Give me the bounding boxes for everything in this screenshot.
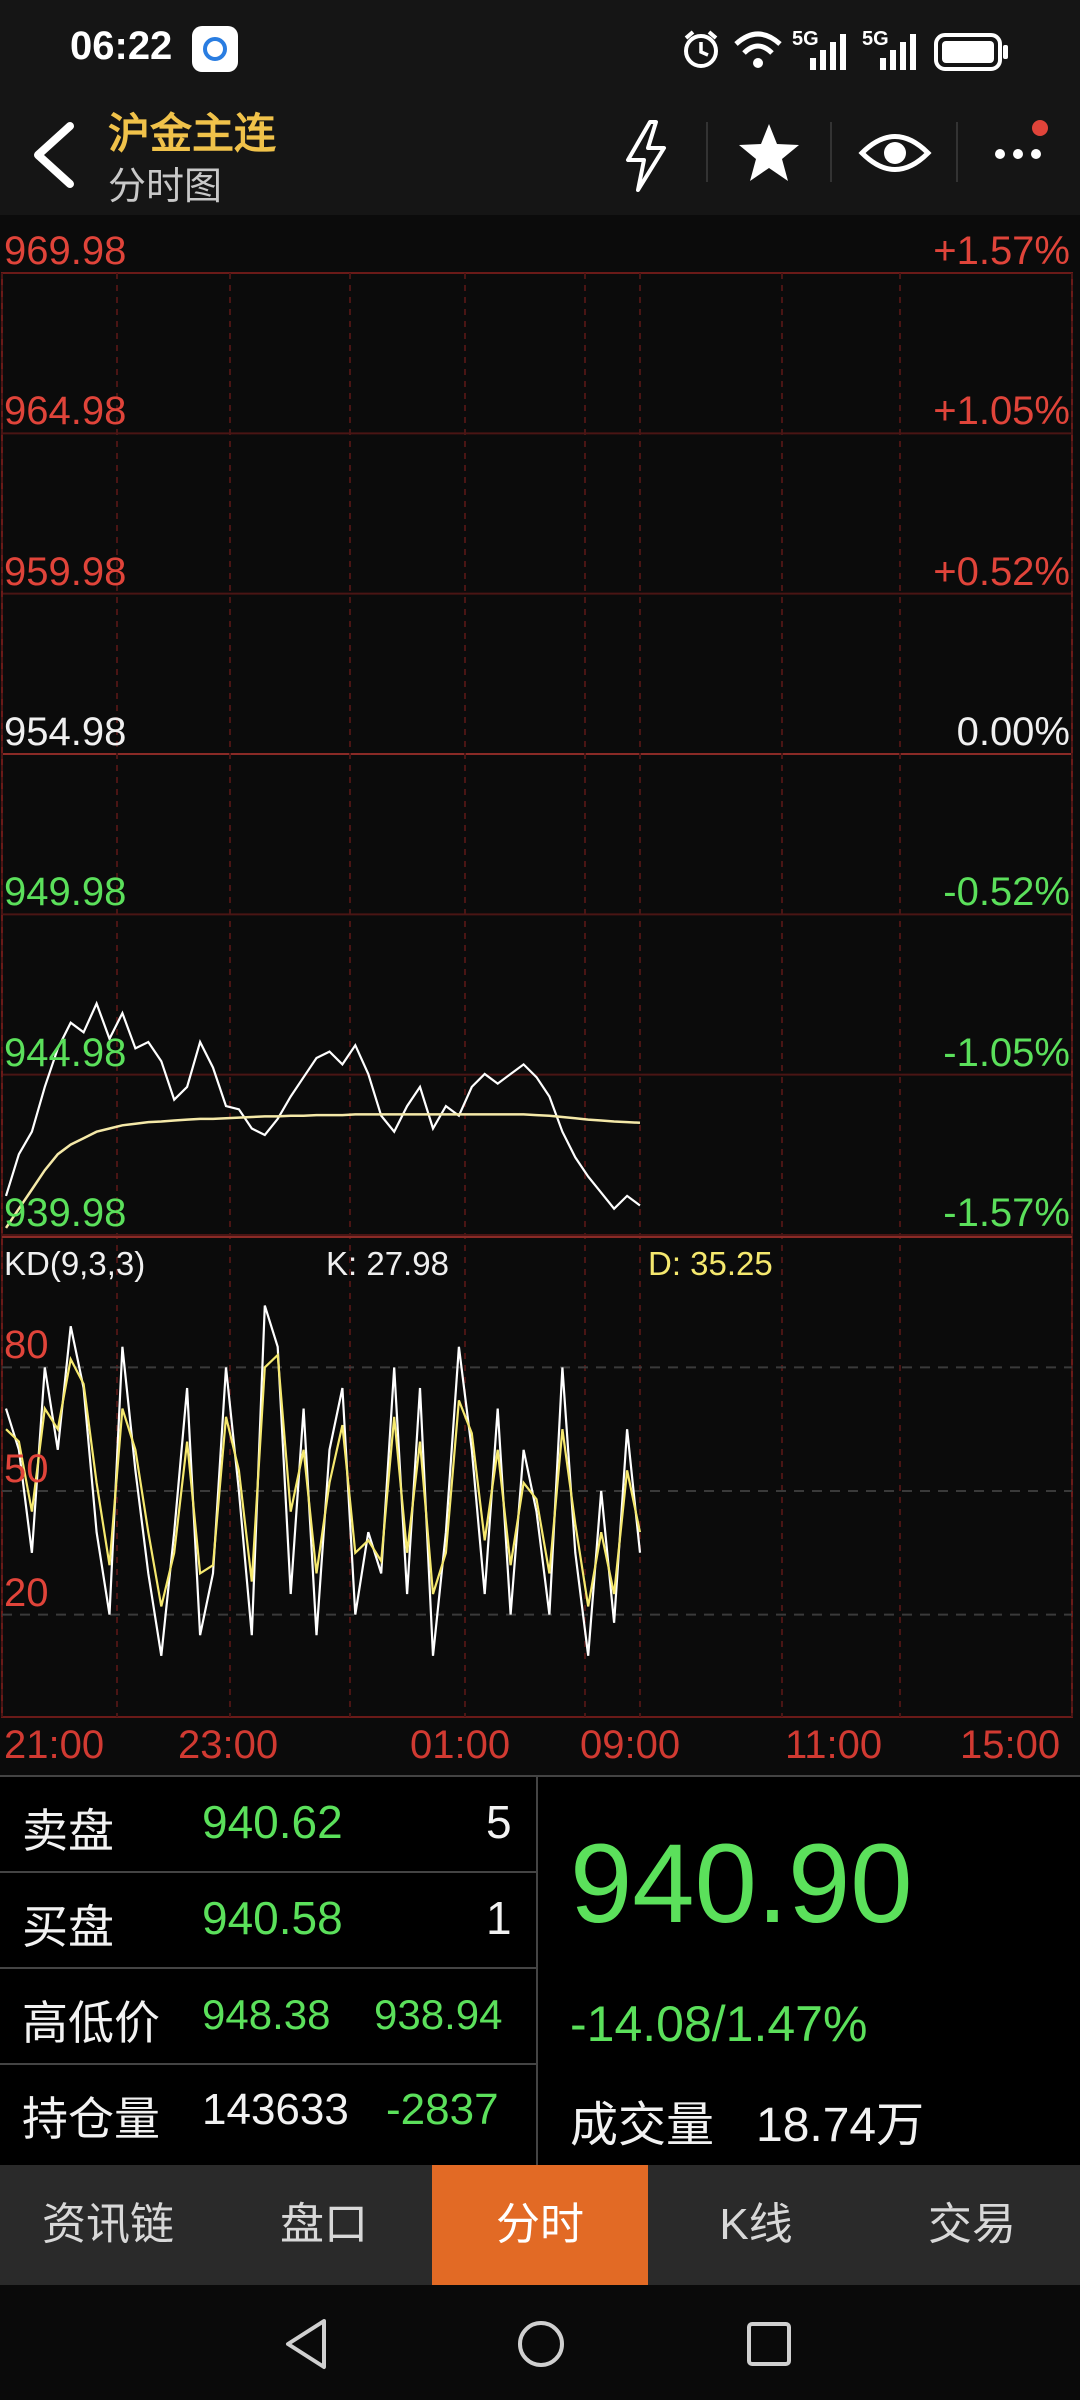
price-axis-label: 959.98 <box>4 549 127 594</box>
percent-axis-label: -1.57% <box>943 1191 1070 1235</box>
open-interest-change: -2837 <box>386 2085 499 2134</box>
high-low-label: 高低价 <box>22 1997 160 2049</box>
kd-k-value: K: 27.98 <box>326 1245 449 1282</box>
percent-axis-label: +1.57% <box>933 229 1070 273</box>
percent-axis-label: 0.00% <box>956 710 1070 754</box>
battery-icon <box>934 33 1008 71</box>
header-divider-3 <box>956 122 958 182</box>
percent-axis-label: -1.05% <box>943 1030 1070 1075</box>
signal-icon <box>810 34 846 70</box>
status-bar: 06:22 5G 5G <box>0 0 1080 100</box>
time-sharing-chart[interactable]: 969.98 +1.57% 964.98 +1.05% 959.98 +0.52% 954.… <box>0 215 1080 1775</box>
kd-axis-label: 20 <box>4 1570 49 1615</box>
quote-panel: 卖盘 940.62 5 买盘 940.58 1 高低价 948.38 938.9… <box>0 1775 1080 2165</box>
price-axis-label: 964.98 <box>4 389 127 434</box>
high-low-row: 高低价 948.38 938.94 <box>0 1967 536 2065</box>
header-divider <box>706 122 708 182</box>
sell-row: 卖盘 940.62 5 <box>0 1775 536 1873</box>
percent-axis-label: +0.52% <box>933 549 1070 594</box>
signal-icon-2 <box>880 34 916 70</box>
price-axis-label: 954.98 <box>4 710 127 754</box>
time-axis-label: 21:00 <box>4 1723 105 1767</box>
buy-price: 940.58 <box>202 1892 343 1944</box>
sell-price: 940.62 <box>202 1796 343 1848</box>
percent-axis-label: -0.52% <box>943 870 1070 915</box>
alarm-icon <box>684 30 718 68</box>
tab-k-line[interactable]: K线 <box>648 2165 864 2285</box>
kd-k-line <box>4 1305 642 1656</box>
nav-back-icon[interactable] <box>282 2317 332 2371</box>
price-axis-label: 949.98 <box>4 870 127 915</box>
sell-qty: 5 <box>486 1796 512 1848</box>
high-price: 948.38 <box>202 1991 331 2038</box>
wifi-icon <box>734 31 782 68</box>
kd-axis-label: 80 <box>4 1323 49 1368</box>
buy-row: 买盘 940.58 1 <box>0 1871 536 1969</box>
open-interest-label: 持仓量 <box>22 2093 160 2145</box>
tab-order-book[interactable]: 盘口 <box>216 2165 432 2285</box>
open-interest-row: 持仓量 143633 -2837 <box>0 2063 536 2163</box>
tab-news-chain[interactable]: 资讯链 <box>0 2165 216 2285</box>
status-time: 06:22 <box>70 24 173 68</box>
lightning-icon[interactable] <box>620 118 672 194</box>
page-title: 沪金主连 <box>108 110 277 157</box>
volume-label: 成交量 <box>570 2099 715 2152</box>
eye-icon[interactable] <box>858 128 932 178</box>
percent-axis-label: +1.05% <box>933 389 1070 434</box>
tab-trade[interactable]: 交易 <box>864 2165 1080 2285</box>
kd-indicator-title: KD(9,3,3) <box>4 1245 146 1282</box>
nav-home-icon[interactable] <box>514 2317 568 2371</box>
time-axis-label: 01:00 <box>410 1723 511 1767</box>
buy-qty: 1 <box>486 1892 512 1944</box>
buy-label: 买盘 <box>22 1901 114 1953</box>
price-axis-label: 969.98 <box>4 229 127 273</box>
time-axis-label: 11:00 <box>785 1723 883 1767</box>
volume-value: 18.74万 <box>756 2099 925 2152</box>
kd-d-line <box>5 1352 642 1607</box>
page-subtitle: 分时图 <box>108 166 223 208</box>
kd-axis-label: 50 <box>4 1447 49 1491</box>
time-axis-label: 23:00 <box>178 1723 279 1767</box>
system-nav-bar <box>0 2285 1080 2400</box>
kd-d-value: D: 35.25 <box>648 1245 773 1282</box>
price-axis-label: 944.98 <box>4 1030 127 1075</box>
tab-time-sharing[interactable]: 分时 <box>432 2165 648 2285</box>
chart-svg <box>1 272 1073 1718</box>
sell-label: 卖盘 <box>22 1805 114 1857</box>
price-axis-label: 939.98 <box>4 1191 127 1235</box>
star-icon[interactable] <box>736 120 802 186</box>
quote-divider <box>536 1775 538 2165</box>
more-icon[interactable] <box>990 120 1060 180</box>
back-arrow-icon[interactable] <box>28 120 78 190</box>
app-notification-icon <box>192 26 238 72</box>
time-axis-label: 09:00 <box>580 1723 681 1767</box>
price-change: -14.08/1.47% <box>570 1996 868 2052</box>
bottom-tab-bar: 资讯链 盘口 分时 K线 交易 <box>0 2165 1080 2285</box>
last-price: 940.90 <box>570 1821 913 1946</box>
low-price: 938.94 <box>374 1991 503 2038</box>
header-divider-2 <box>830 122 832 182</box>
nav-recents-icon[interactable] <box>744 2319 794 2369</box>
open-interest-value: 143633 <box>202 2085 349 2134</box>
time-axis-label: 15:00 <box>960 1723 1061 1767</box>
header-bar: 沪金主连 分时图 <box>0 100 1080 215</box>
